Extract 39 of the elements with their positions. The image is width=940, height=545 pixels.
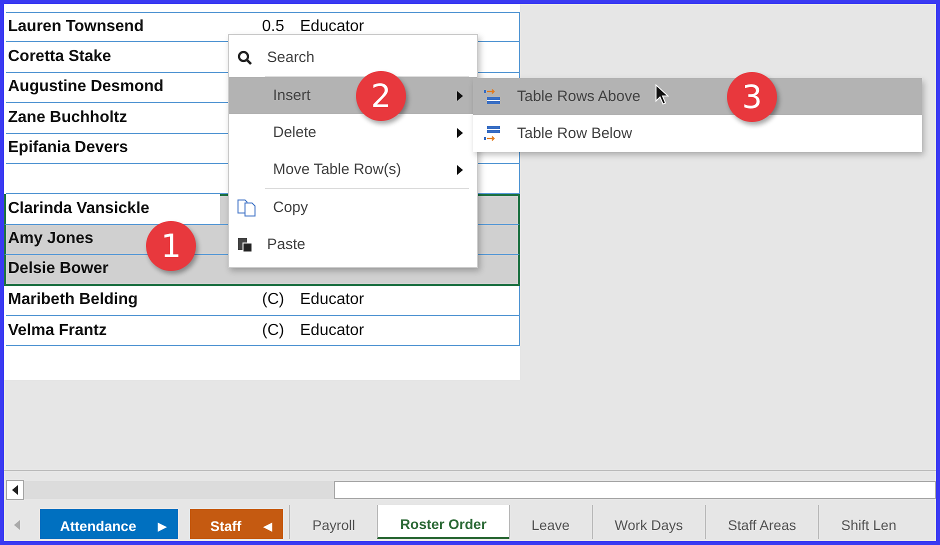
sheet-tab[interactable]: Work Days (592, 505, 705, 539)
table-cell-text: 0.5 (262, 18, 286, 36)
sheet-tab[interactable]: Roster Order (377, 505, 509, 539)
left-arrow-icon (12, 485, 18, 495)
table-cell-text: Velma Frantz (7, 322, 107, 340)
insert-row-below-icon (483, 124, 501, 142)
step-badge: 3 (727, 72, 777, 122)
scrollbar-thumb[interactable] (24, 481, 334, 499)
table-cell-text: Clarinda Vansickle (7, 200, 150, 218)
pointer-icon (655, 84, 669, 106)
copy-icon (237, 198, 257, 216)
table-cell-text: Zane Buchholtz (7, 108, 128, 127)
table-cell-text: Coretta Stake (7, 48, 112, 66)
table-cell: Educator (300, 18, 364, 36)
table-cell-text: Augustine Desmond (7, 78, 164, 96)
horizontal-scrollbar[interactable] (334, 481, 936, 499)
left-arrow-icon[interactable] (14, 520, 20, 530)
table-cell-text: Amy Jones (7, 230, 94, 248)
table-cell-text: (C) (262, 291, 286, 310)
sheet-tab[interactable]: Leave (508, 505, 592, 539)
sheet-tab[interactable]: Shift Len (818, 505, 918, 539)
table-cell-text: Delsie Bower (7, 260, 108, 278)
table-cell-text: Epifania Devers (7, 139, 128, 158)
table-cell-text: Maribeth Belding (7, 291, 138, 310)
paste-icon (237, 236, 253, 253)
sheet-tab[interactable]: Staff Areas (704, 505, 818, 539)
scroll-left-button[interactable] (6, 480, 24, 500)
sheet-tab[interactable]: Attendance ▶ (40, 509, 178, 539)
menu-item[interactable]: Move Table Row(s) (229, 151, 477, 188)
table-cell: Educator (300, 291, 364, 310)
table-cell-text: (C) (262, 322, 286, 340)
menu-item[interactable]: Copy (229, 189, 477, 226)
search-icon (237, 50, 253, 66)
menu-item[interactable]: Paste (229, 226, 477, 263)
insert-row-above-icon (483, 88, 501, 106)
step-badge: 2 (356, 71, 406, 121)
table-cell-text: Lauren Townsend (7, 18, 144, 36)
table-cell: Educator (300, 322, 364, 340)
sheet-tab[interactable]: Staff ◀ (190, 509, 284, 539)
